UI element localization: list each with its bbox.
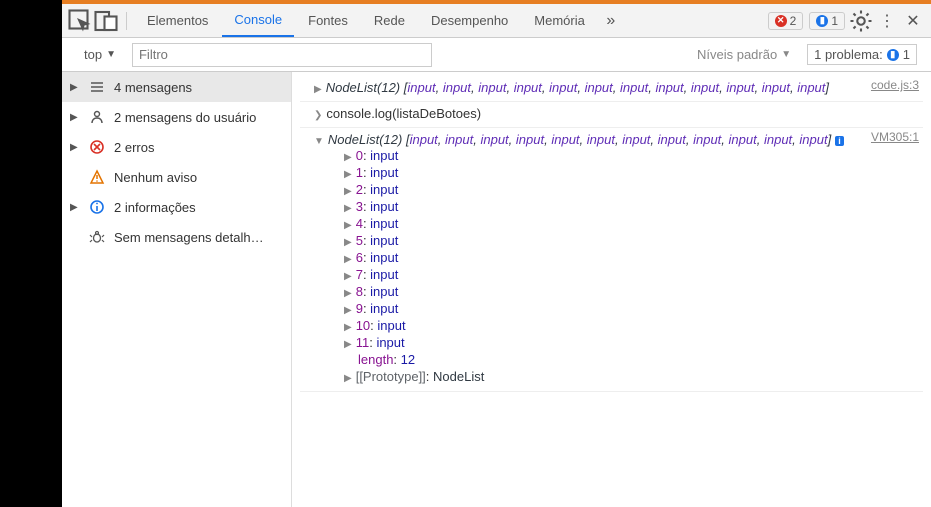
device-mode-icon[interactable] [94,9,118,33]
tab-performance[interactable]: Desempenho [419,5,520,36]
warn-icon [88,168,106,186]
tab-network[interactable]: Rede [362,5,417,36]
expand-arrow-icon[interactable]: ▶ [344,237,356,248]
property-row[interactable]: ▶9: input [344,300,923,317]
sidebar-item-label: 2 erros [114,140,154,155]
chevron-down-icon: ▼ [106,49,116,60]
property-row[interactable]: ▶5: input [344,232,923,249]
bug-icon [88,228,106,246]
error-icon: ✕ [775,15,787,27]
top-tabs-bar: Elementos Console Fontes Rede Desempenho… [62,4,931,38]
expand-arrow-icon[interactable]: ▶ [344,169,356,180]
user-icon [88,108,106,126]
sidebar-item-errors[interactable]: ▶ 2 erros [62,132,291,162]
console-output[interactable]: code.js:3▶NodeList(12) [input, input, in… [292,72,931,507]
devtools-panel: Elementos Console Fontes Rede Desempenho… [62,0,931,507]
info-icon: ▮ [887,49,899,61]
settings-icon[interactable] [849,9,873,33]
sidebar-item-verbose[interactable]: Sem mensagens detalh… [62,222,291,252]
expand-arrow-icon[interactable]: ▶ [344,373,356,384]
sidebar-item-label: 2 informações [114,200,196,215]
console-toolbar: top ▼ Níveis padrão ▼ 1 problema: ▮ 1 [62,38,931,72]
command-entry: ❯console.log(listaDeBotoes) [300,102,923,128]
problems-count: 1 [903,47,910,62]
sidebar-item-label: Nenhum aviso [114,170,197,185]
expand-arrow-icon[interactable]: ▼ [314,136,328,147]
property-row[interactable]: ▶11: input [344,334,923,351]
tab-sources[interactable]: Fontes [296,5,360,36]
property-row[interactable]: ▶3: input [344,198,923,215]
context-selector[interactable]: top ▼ [84,47,116,62]
chevron-down-icon: ▼ [781,49,791,60]
filter-input[interactable] [132,43,432,67]
property-row: length: 12 [344,351,923,368]
property-row[interactable]: ▶0: input [344,147,923,164]
expand-arrow-icon[interactable]: ▶ [344,254,356,265]
expand-arrow-icon[interactable]: ▶ [344,322,356,333]
property-row[interactable]: ▶8: input [344,283,923,300]
expand-arrow-icon[interactable]: ▶ [314,84,326,95]
property-row[interactable]: ▶1: input [344,164,923,181]
expand-arrow-icon[interactable]: ▶ [344,271,356,282]
info-badge-icon: i [835,136,844,146]
object-preview[interactable]: ▶NodeList(12) [input, input, input, inpu… [300,80,923,95]
err-icon [88,138,106,156]
source-link[interactable]: code.js:3 [871,78,919,92]
sidebar-item-label: 2 mensagens do usuário [114,110,256,125]
sidebar-item-label: 4 mensagens [114,80,192,95]
expand-arrow-icon[interactable]: ▶ [344,220,356,231]
expand-arrow-icon[interactable]: ▶ [344,186,356,197]
expand-arrow-icon[interactable]: ▶ [344,152,356,163]
object-properties: ▶0: input▶1: input▶2: input▶3: input▶4: … [300,147,923,385]
log-entry: VM305:1▼NodeList(12) [input, input, inpu… [300,128,923,392]
problems-label: 1 problema: [814,47,883,62]
property-row[interactable]: ▶10: input [344,317,923,334]
object-preview[interactable]: ▼NodeList(12) [input, input, input, inpu… [300,132,923,147]
body-area: ▶ 4 mensagens ▶ 2 mensagens do usuário ▶ 2 er… [62,72,931,507]
info-icon: ▮ [816,15,828,27]
errors-badge[interactable]: ✕2 [768,12,804,30]
expand-arrow-icon[interactable]: ▶ [344,339,356,350]
tab-memory[interactable]: Memória [522,5,597,36]
sidebar-item-warnings[interactable]: Nenhum aviso [62,162,291,192]
property-row[interactable]: ▶2: input [344,181,923,198]
sidebar-item-all[interactable]: ▶ 4 mensagens [62,72,291,102]
expand-arrow-icon: ▶ [70,112,80,123]
property-row[interactable]: ▶4: input [344,215,923,232]
inspect-icon[interactable] [68,9,92,33]
info-icon [88,198,106,216]
kebab-icon[interactable]: ⋮ [875,9,899,33]
errors-count: 2 [790,14,797,28]
levels-label: Níveis padrão [697,47,777,62]
expand-arrow-icon[interactable]: ▶ [344,203,356,214]
expand-arrow-icon: ▶ [70,142,80,153]
problems-button[interactable]: 1 problema: ▮ 1 [807,44,917,65]
property-row[interactable]: ▶6: input [344,249,923,266]
levels-dropdown[interactable]: Níveis padrão ▼ [697,47,791,62]
close-icon[interactable]: ✕ [901,9,925,33]
divider [126,12,127,30]
tab-elements[interactable]: Elementos [135,5,220,36]
more-tabs-icon[interactable]: » [599,9,623,33]
context-label: top [84,47,102,62]
command-text: ❯console.log(listaDeBotoes) [300,106,923,121]
sidebar: ▶ 4 mensagens ▶ 2 mensagens do usuário ▶ 2 er… [62,72,292,507]
expand-arrow-icon[interactable]: ▶ [344,305,356,316]
source-link[interactable]: VM305:1 [871,130,919,144]
log-entry: code.js:3▶NodeList(12) [input, input, in… [300,76,923,102]
info-count: 1 [831,14,838,28]
info-badge[interactable]: ▮1 [809,12,845,30]
sidebar-item-label: Sem mensagens detalh… [114,230,264,245]
sidebar-item-user[interactable]: ▶ 2 mensagens do usuário [62,102,291,132]
chevron-right-icon: ❯ [314,110,326,121]
list-icon [88,78,106,96]
sidebar-item-info[interactable]: ▶ 2 informações [62,192,291,222]
tab-console[interactable]: Console [222,4,294,37]
property-row[interactable]: ▶7: input [344,266,923,283]
expand-arrow-icon: ▶ [70,82,80,93]
expand-arrow-icon: ▶ [70,202,80,213]
property-row[interactable]: ▶[[Prototype]]: NodeList [344,368,923,385]
expand-arrow-icon[interactable]: ▶ [344,288,356,299]
